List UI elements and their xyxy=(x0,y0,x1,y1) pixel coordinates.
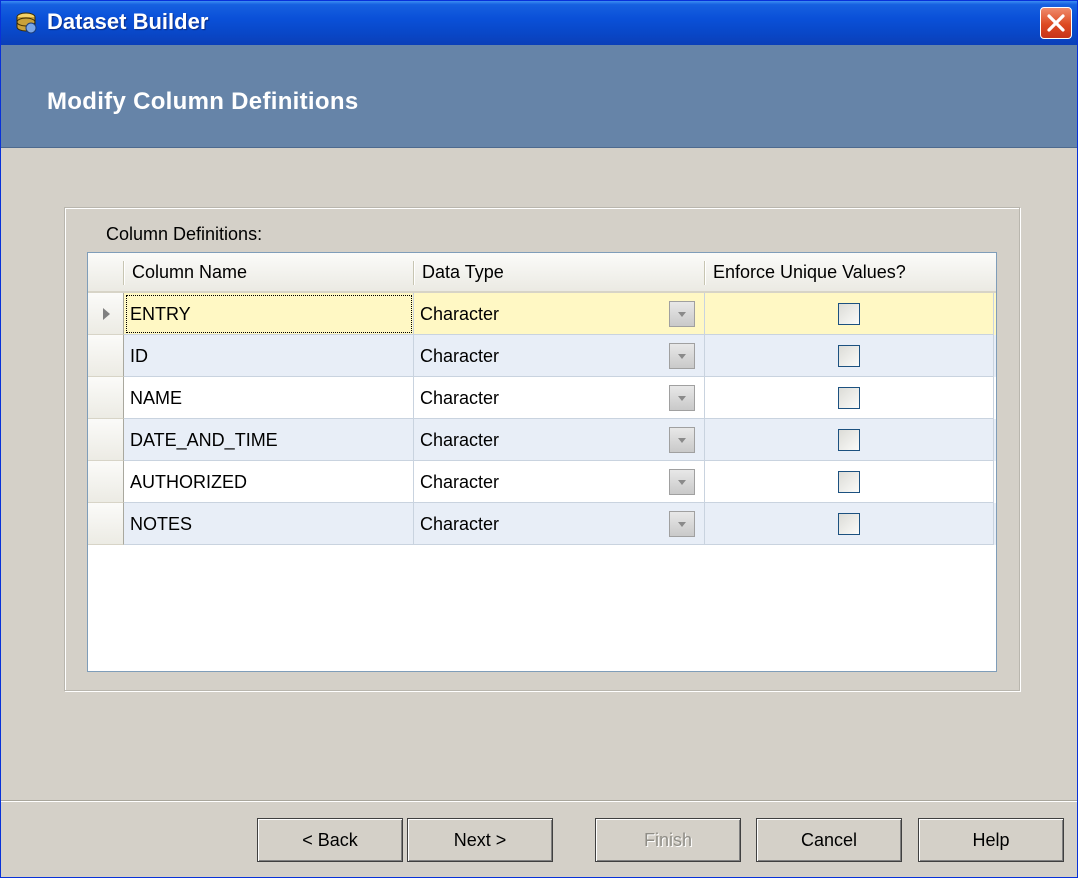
column-name-cell[interactable]: ID xyxy=(124,335,414,377)
grid-corner xyxy=(88,253,124,291)
enforce-unique-checkbox[interactable] xyxy=(838,345,860,367)
column-definitions-label: Column Definitions: xyxy=(106,224,263,244)
row-selector[interactable] xyxy=(88,335,124,377)
chevron-down-icon[interactable] xyxy=(669,343,695,369)
enforce-unique-checkbox[interactable] xyxy=(838,303,860,325)
data-type-value: Character xyxy=(420,514,500,534)
chevron-down-icon[interactable] xyxy=(669,511,695,537)
footer-divider xyxy=(1,800,1077,801)
column-definitions-grid[interactable]: Column Name Data Type Enforce Unique Val… xyxy=(87,252,997,672)
column-name-cell[interactable]: NAME xyxy=(124,377,414,419)
column-name-cell[interactable]: ENTRY xyxy=(124,293,414,335)
window-title: Dataset Builder xyxy=(47,9,209,34)
close-button[interactable] xyxy=(1040,7,1072,39)
enforce-unique-cell xyxy=(705,293,994,335)
enforce-unique-checkbox[interactable] xyxy=(838,513,860,535)
data-type-cell[interactable]: Character xyxy=(414,461,705,503)
enforce-unique-checkbox[interactable] xyxy=(838,429,860,451)
finish-button: Finish xyxy=(595,818,741,862)
header-data-type[interactable]: Data Type xyxy=(414,253,704,291)
next-button[interactable]: Next > xyxy=(407,818,553,862)
enforce-unique-checkbox[interactable] xyxy=(838,387,860,409)
table-row[interactable]: ID Character xyxy=(88,335,996,377)
enforce-unique-checkbox[interactable] xyxy=(838,471,860,493)
column-name-cell[interactable]: NOTES xyxy=(124,503,414,545)
data-type-cell[interactable]: Character xyxy=(414,335,705,377)
data-type-value: Character xyxy=(420,430,500,450)
enforce-unique-cell xyxy=(705,461,994,503)
chevron-down-icon[interactable] xyxy=(669,427,695,453)
chevron-down-icon[interactable] xyxy=(669,469,695,495)
data-type-value: Character xyxy=(420,304,500,324)
dataset-builder-icon xyxy=(14,11,38,35)
title-bar[interactable]: Dataset Builder xyxy=(1,1,1077,45)
row-selector[interactable] xyxy=(88,503,124,545)
current-row-icon xyxy=(103,308,110,320)
data-type-cell[interactable]: Character xyxy=(414,293,705,335)
help-button[interactable]: Help xyxy=(918,818,1064,862)
header-column-name[interactable]: Column Name xyxy=(124,253,413,291)
data-type-value: Character xyxy=(420,388,500,408)
data-type-cell[interactable]: Character xyxy=(414,419,705,461)
enforce-unique-cell xyxy=(705,503,994,545)
data-type-value: Character xyxy=(420,472,500,492)
column-name-cell[interactable]: AUTHORIZED xyxy=(124,461,414,503)
enforce-unique-cell xyxy=(705,377,994,419)
chevron-down-icon[interactable] xyxy=(669,385,695,411)
dataset-builder-window: Dataset Builder Modify Column Definition… xyxy=(0,0,1078,878)
table-row[interactable]: NAME Character xyxy=(88,377,996,419)
row-selector[interactable] xyxy=(88,293,124,335)
data-type-value: Character xyxy=(420,346,500,366)
data-type-cell[interactable]: Character xyxy=(414,377,705,419)
back-button[interactable]: < Back xyxy=(257,818,403,862)
row-selector[interactable] xyxy=(88,461,124,503)
grid-header: Column Name Data Type Enforce Unique Val… xyxy=(88,253,996,293)
row-selector[interactable] xyxy=(88,419,124,461)
table-row[interactable]: ENTRY Character xyxy=(88,293,996,335)
page-title: Modify Column Definitions xyxy=(47,88,359,115)
table-row[interactable]: DATE_AND_TIME Character xyxy=(88,419,996,461)
table-row[interactable]: AUTHORIZED Character xyxy=(88,461,996,503)
enforce-unique-cell xyxy=(705,419,994,461)
column-name-cell[interactable]: DATE_AND_TIME xyxy=(124,419,414,461)
data-type-cell[interactable]: Character xyxy=(414,503,705,545)
cancel-button[interactable]: Cancel xyxy=(756,818,902,862)
row-selector[interactable] xyxy=(88,377,124,419)
wizard-content: Column Definitions: Column Name Data Typ… xyxy=(1,148,1077,800)
table-row[interactable]: NOTES Character xyxy=(88,503,996,545)
wizard-header: Modify Column Definitions xyxy=(1,45,1077,148)
close-icon xyxy=(1047,14,1065,32)
header-enforce-unique[interactable]: Enforce Unique Values? xyxy=(705,253,994,291)
enforce-unique-cell xyxy=(705,335,994,377)
chevron-down-icon[interactable] xyxy=(669,301,695,327)
